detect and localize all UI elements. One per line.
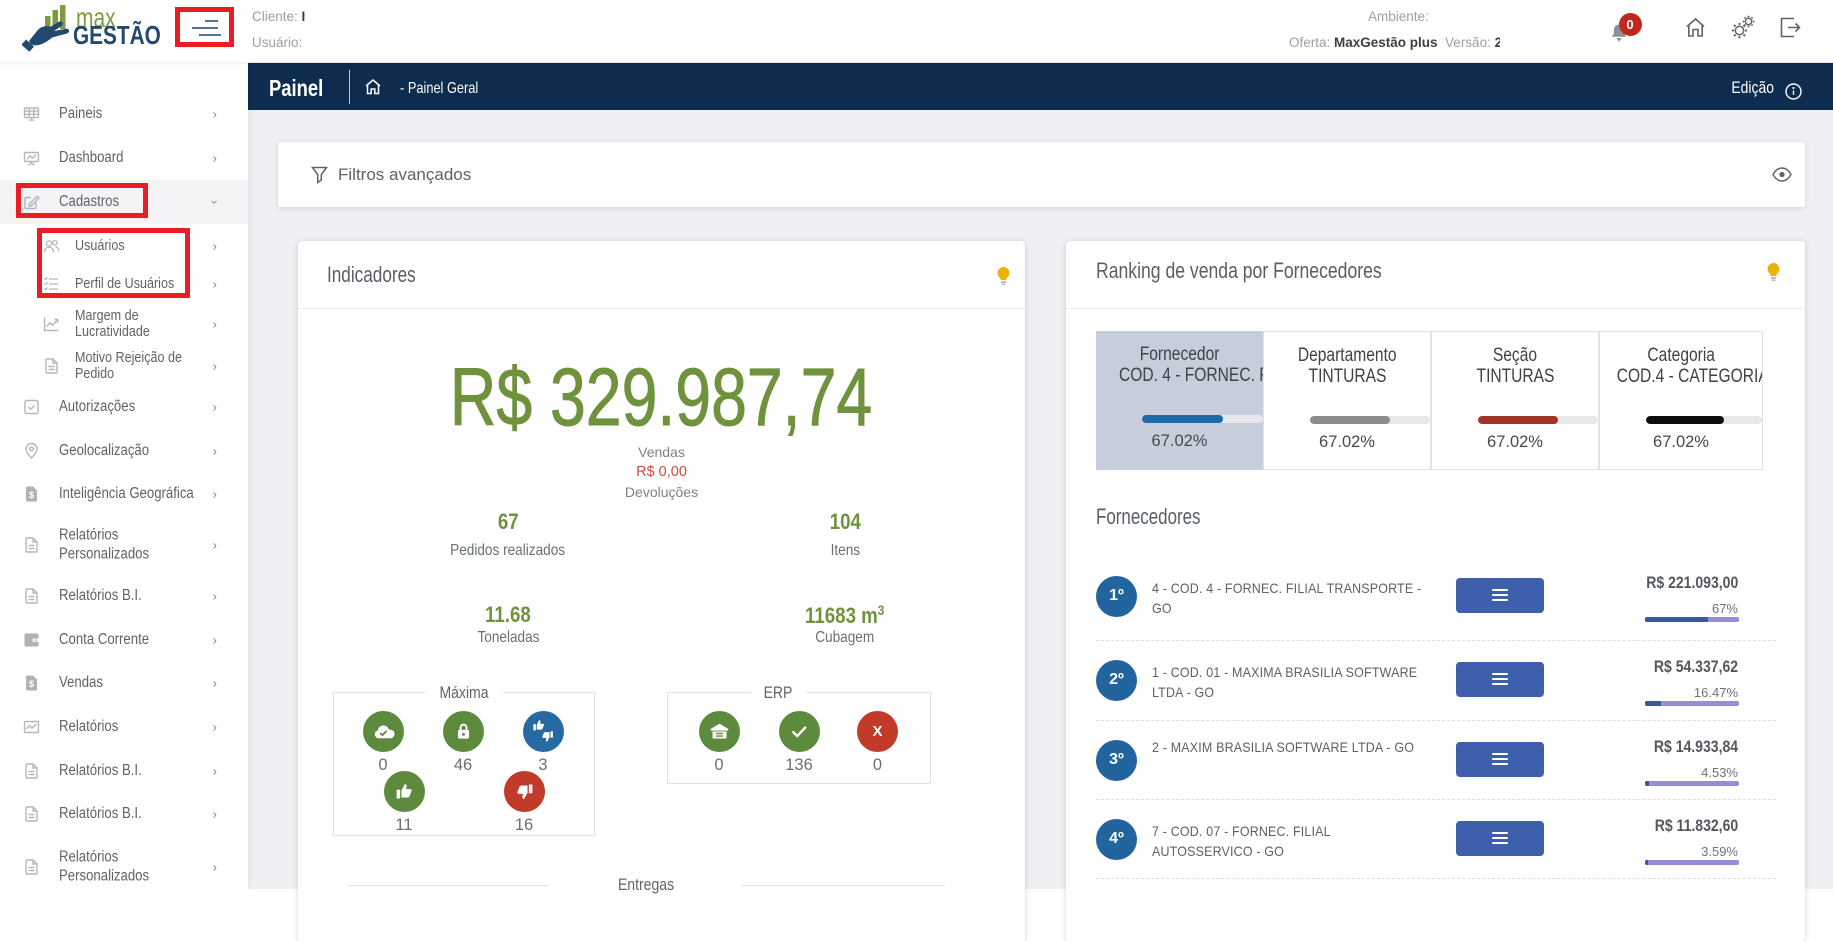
svg-text:$: $	[29, 490, 34, 500]
svg-text:$: $	[29, 679, 34, 689]
